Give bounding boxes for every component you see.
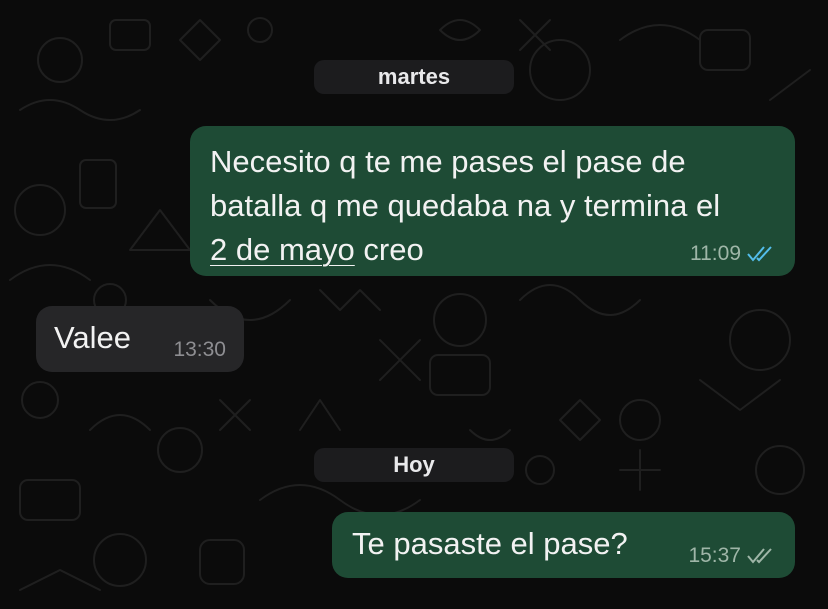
message-bubble-outgoing[interactable]: Te pasaste el pase? 15:37 [332, 512, 795, 578]
date-divider: Hoy [314, 448, 514, 482]
message-meta: 13:30 [173, 338, 226, 362]
message-meta: 11:09 [690, 242, 777, 266]
message-text: Valee [54, 320, 131, 355]
date-link[interactable]: 2 de mayo [210, 232, 355, 267]
date-divider-label: Hoy [393, 452, 435, 477]
message-time: 15:37 [688, 544, 741, 567]
read-double-check-icon [747, 245, 777, 263]
message-time: 11:09 [690, 242, 741, 265]
message-meta: 15:37 [688, 544, 777, 568]
delivered-double-check-icon [747, 547, 777, 565]
message-bubble-incoming[interactable]: Valee 13:30 [36, 306, 244, 372]
date-divider: martes [314, 60, 514, 94]
message-text: Te pasaste el pase? [352, 526, 628, 561]
message-bubble-outgoing[interactable]: Necesito q te me pases el pase de batall… [190, 126, 795, 276]
message-time: 13:30 [173, 338, 226, 361]
date-divider-label: martes [377, 64, 451, 89]
